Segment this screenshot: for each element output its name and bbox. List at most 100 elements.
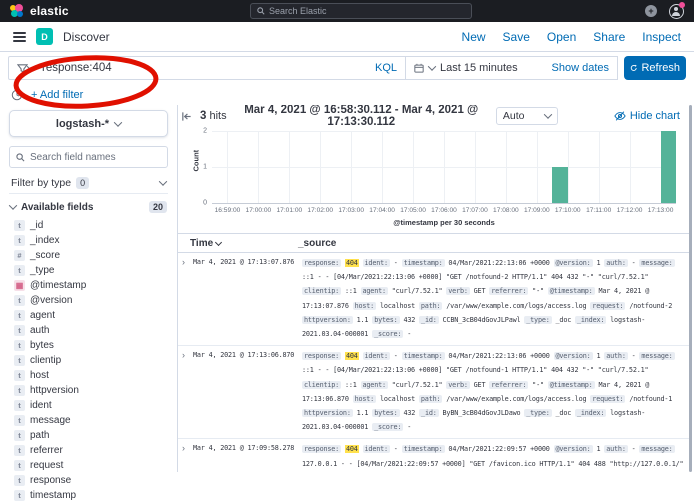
page-title: Discover — [63, 30, 110, 44]
text-field-icon: t — [14, 415, 25, 426]
filter-by-type-button[interactable]: Filter by type 0 — [9, 172, 168, 194]
text-field-icon: t — [14, 295, 25, 306]
user-avatar[interactable] — [669, 4, 684, 19]
field-item-_type[interactable]: t_type — [9, 263, 168, 278]
field-item-httpversion[interactable]: thttpversion — [9, 383, 168, 398]
appbar-action-open[interactable]: Open — [547, 30, 576, 44]
field-label-badge: timestamp: — [402, 445, 445, 453]
field-label-badge: host: — [353, 395, 376, 403]
table-row[interactable]: ›Mar 4, 2021 @ 17:09:58.278response: 404… — [178, 439, 689, 472]
field-search-placeholder: Search field names — [30, 152, 116, 163]
expand-row-icon[interactable]: › — [178, 442, 193, 472]
appbar-action-save[interactable]: Save — [503, 30, 530, 44]
field-item-ident[interactable]: tident — [9, 398, 168, 413]
field-item-path[interactable]: tpath — [9, 428, 168, 443]
field-label-badge: timestamp: — [402, 259, 445, 267]
available-fields-header[interactable]: Available fields 20 — [9, 201, 168, 213]
row-source: response: 404 ident: - timestamp: 04/Mar… — [302, 256, 689, 341]
field-item-_id[interactable]: t_id — [9, 218, 168, 233]
expand-row-icon[interactable]: › — [178, 349, 193, 434]
x-tick-label: 17:00:00 — [246, 207, 272, 214]
time-range-value[interactable]: Last 15 minutes — [440, 62, 518, 74]
field-label-badge: clientip: — [302, 287, 341, 295]
y-tick-label: 0 — [203, 200, 207, 207]
discover-app-badge[interactable]: D — [36, 28, 53, 45]
field-item-_index[interactable]: t_index — [9, 233, 168, 248]
time-column-header[interactable]: Time — [178, 238, 298, 249]
available-fields-count: 20 — [149, 201, 167, 213]
expand-row-icon[interactable]: › — [178, 256, 193, 341]
field-name: response — [30, 475, 71, 486]
content: logstash-* Search field names Filter by … — [0, 105, 694, 472]
query-language-button[interactable]: KQL — [375, 62, 397, 74]
interval-select[interactable]: Auto — [496, 107, 558, 125]
global-search-placeholder: Search Elastic — [269, 6, 327, 16]
field-item-_score[interactable]: #_score — [9, 248, 168, 263]
available-fields-label: Available fields — [21, 202, 93, 213]
menu-icon[interactable] — [13, 32, 26, 42]
field-name: @version — [30, 295, 72, 306]
global-search-input[interactable]: Search Elastic — [250, 3, 472, 19]
filter-icon[interactable] — [17, 63, 28, 74]
chart-time-range-title: Mar 4, 2021 @ 16:58:30.112 - Mar 4, 2021… — [227, 105, 496, 128]
show-dates-button[interactable]: Show dates — [552, 62, 609, 74]
histogram-plot: Count @timestamp per 30 seconds 16:59:00… — [212, 131, 676, 204]
field-item-message[interactable]: tmessage — [9, 413, 168, 428]
field-label-badge: response: — [302, 445, 341, 453]
histogram-bar[interactable] — [661, 131, 676, 203]
date-picker[interactable]: Last 15 minutes Show dates — [406, 56, 618, 80]
chevron-down-icon — [159, 177, 167, 185]
field-item-auth[interactable]: tauth — [9, 323, 168, 338]
text-field-icon: t — [14, 370, 25, 381]
field-label-badge: message: — [639, 445, 674, 453]
vertical-scrollbar[interactable] — [689, 105, 692, 472]
hide-chart-button[interactable]: Hide chart — [614, 110, 680, 122]
field-search-input[interactable]: Search field names — [9, 146, 168, 168]
field-label-badge: request: — [590, 302, 625, 310]
chevron-down-icon — [9, 201, 17, 209]
field-item-@version[interactable]: t @version — [9, 293, 168, 308]
index-pattern-select[interactable]: logstash-* — [9, 110, 168, 137]
appbar-action-new[interactable]: New — [462, 30, 486, 44]
field-item-referrer[interactable]: treferrer — [9, 443, 168, 458]
chevron-down-icon — [27, 62, 35, 70]
y-tick-label: 2 — [203, 128, 207, 135]
field-item-agent[interactable]: tagent — [9, 308, 168, 323]
field-label-badge: timestamp: — [402, 352, 445, 360]
text-field-icon: t — [14, 220, 25, 231]
appbar-action-share[interactable]: Share — [593, 30, 625, 44]
help-icon[interactable]: + — [645, 5, 657, 17]
field-label-badge: referrer: — [489, 381, 528, 389]
field-item-@timestamp[interactable]: ▦@timestamp — [9, 278, 168, 293]
query-text[interactable]: response:404 — [42, 62, 112, 74]
field-label-badge: verb: — [446, 381, 469, 389]
field-name: _type — [30, 265, 54, 276]
x-tick-label: 17:01:00 — [276, 207, 302, 214]
query-input[interactable]: response:404 KQL — [8, 56, 406, 80]
filter-by-type-count: 0 — [76, 177, 89, 189]
calendar-icon[interactable] — [414, 63, 424, 73]
appbar-action-inspect[interactable]: Inspect — [642, 30, 681, 44]
field-label-badge: @version: — [554, 445, 593, 453]
top-nav: elastic Search Elastic + — [0, 0, 694, 22]
field-item-bytes[interactable]: tbytes — [9, 338, 168, 353]
interval-value: Auto — [503, 110, 525, 122]
elastic-logo-icon[interactable] — [10, 4, 24, 18]
field-label-badge: request: — [590, 395, 625, 403]
text-field-icon: t — [14, 460, 25, 471]
field-label-badge: path: — [419, 302, 442, 310]
add-filter-button[interactable]: + Add filter — [31, 89, 83, 101]
field-item-response[interactable]: tresponse — [9, 473, 168, 488]
table-row[interactable]: ›Mar 4, 2021 @ 17:13:06.870response: 404… — [178, 346, 689, 439]
collapse-sidebar-icon[interactable] — [181, 111, 192, 122]
saved-query-clock-icon[interactable] — [11, 89, 23, 101]
field-item-host[interactable]: thost — [9, 368, 168, 383]
table-body: ›Mar 4, 2021 @ 17:13:07.876response: 404… — [178, 253, 689, 472]
text-field-icon: t — [14, 340, 25, 351]
field-item-clientip[interactable]: tclientip — [9, 353, 168, 368]
field-item-request[interactable]: trequest — [9, 458, 168, 473]
refresh-button[interactable]: Refresh — [624, 56, 686, 80]
histogram-bar[interactable] — [552, 167, 567, 203]
table-row[interactable]: ›Mar 4, 2021 @ 17:13:07.876response: 404… — [178, 253, 689, 346]
field-item-timestamp[interactable]: ttimestamp — [9, 488, 168, 503]
